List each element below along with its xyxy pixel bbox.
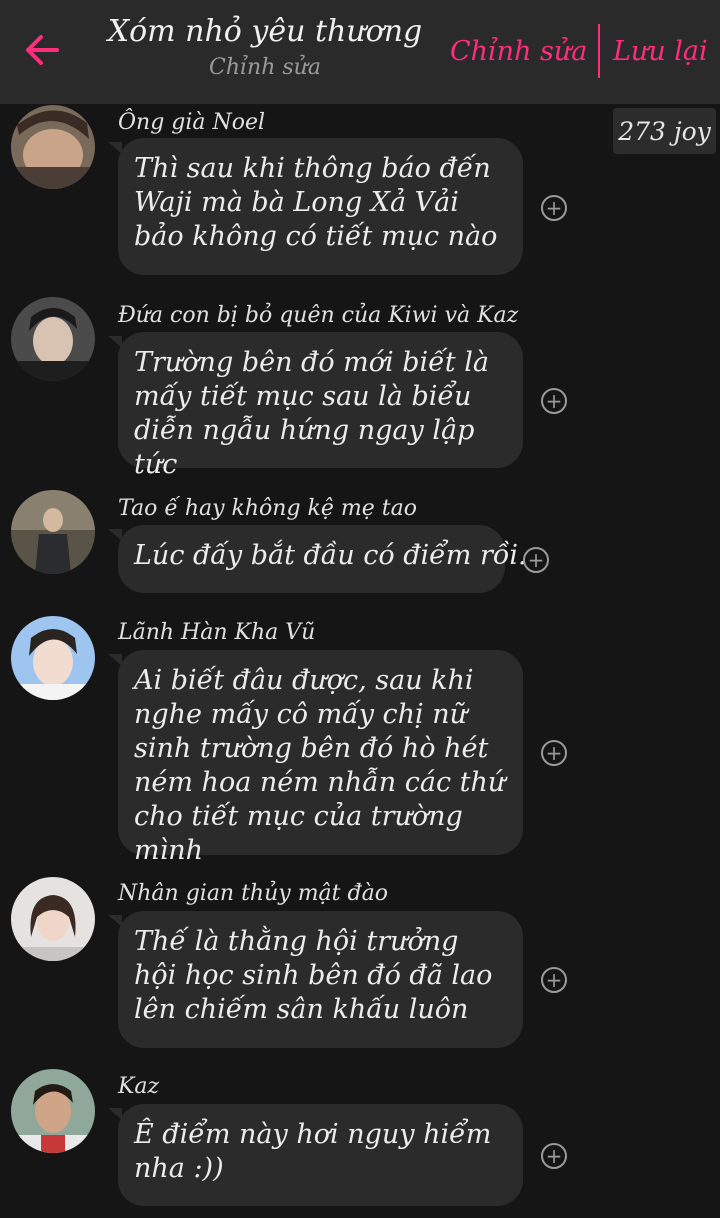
- sender-name: Đứa con bị bỏ quên của Kiwi và Kaz: [118, 303, 519, 328]
- edit-button[interactable]: Chỉnh sửa: [450, 36, 587, 67]
- avatar[interactable]: [11, 877, 95, 961]
- chat-title: Xóm nhỏ yêu thương: [107, 14, 423, 49]
- header-bar: Xóm nhỏ yêu thương Chỉnh sửa Chỉnh sửa L…: [0, 0, 720, 104]
- add-reaction-icon[interactable]: +: [541, 1143, 567, 1169]
- add-reaction-icon[interactable]: +: [541, 740, 567, 766]
- title-block: Xóm nhỏ yêu thương Chỉnh sửa: [100, 14, 430, 80]
- message-bubble[interactable]: Ai biết đâu được, sau khi nghe mấy cô mấ…: [118, 650, 523, 866]
- avatar[interactable]: [11, 1069, 95, 1153]
- sender-name: Ông già Noel: [118, 110, 266, 135]
- avatar[interactable]: [11, 297, 95, 381]
- message-bubble[interactable]: Thế là thằng hội trưởng hội học sinh bên…: [118, 911, 523, 1048]
- header-divider: [598, 24, 600, 78]
- add-reaction-icon[interactable]: +: [523, 547, 549, 573]
- back-arrow-icon[interactable]: [22, 30, 62, 70]
- sender-name: Nhân gian thủy mật đào: [118, 881, 388, 906]
- avatar[interactable]: [11, 616, 95, 700]
- avatar[interactable]: [11, 105, 95, 189]
- message-bubble[interactable]: Ê điểm này hơi nguy hiểm nha :)): [118, 1104, 523, 1206]
- sender-name: Kaz: [118, 1074, 160, 1099]
- sender-name: Lãnh Hàn Kha Vũ: [118, 620, 316, 645]
- message-bubble[interactable]: Trường bên đó mới biết là mấy tiết mục s…: [118, 332, 523, 480]
- chat-subtitle: Chỉnh sửa: [209, 55, 321, 80]
- save-button[interactable]: Lưu lại: [613, 36, 708, 67]
- avatar[interactable]: [11, 490, 95, 574]
- add-reaction-icon[interactable]: +: [541, 388, 567, 414]
- joy-counter-badge: 273 joy: [613, 108, 716, 154]
- add-reaction-icon[interactable]: +: [541, 967, 567, 993]
- add-reaction-icon[interactable]: +: [541, 195, 567, 221]
- message-bubble[interactable]: Lúc đấy bắt đầu có điểm rồi.: [118, 525, 527, 593]
- message-bubble[interactable]: Thì sau khi thông báo đến Waji mà bà Lon…: [118, 138, 523, 275]
- sender-name: Tao ế hay không kệ mẹ tao: [118, 496, 417, 521]
